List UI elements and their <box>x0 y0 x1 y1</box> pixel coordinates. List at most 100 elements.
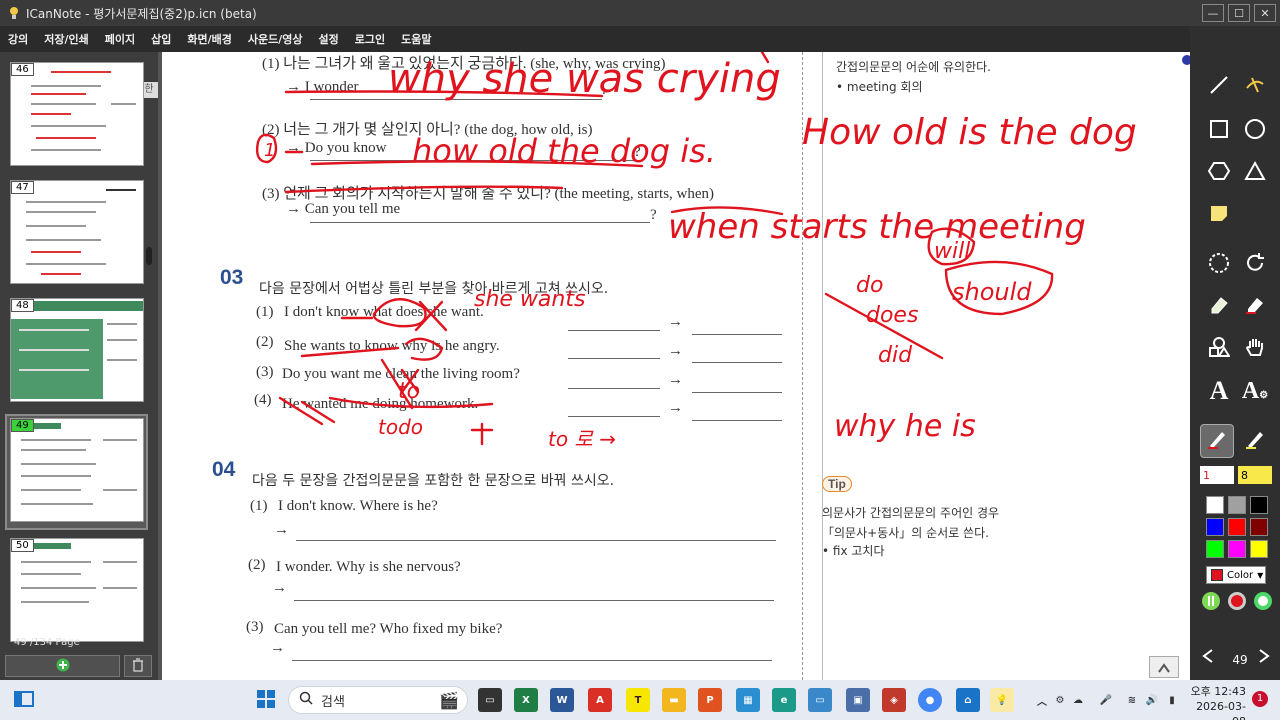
menu-settings[interactable]: 설정 <box>311 31 347 47</box>
pen-size-select[interactable]: 1 <box>1200 466 1234 484</box>
thumbnail-page-46[interactable]: 46 <box>10 62 144 166</box>
tray-battery[interactable]: ▮ <box>1164 688 1180 712</box>
shapes-tool[interactable] <box>1202 332 1236 366</box>
taskbar-monitor-app[interactable]: ▭ <box>808 688 832 712</box>
s03-item-3-right-line <box>692 392 782 393</box>
menu-lecture[interactable]: 강의 <box>0 31 36 47</box>
swatch-white[interactable] <box>1206 496 1224 514</box>
current-color-chip <box>1211 569 1223 581</box>
highlighter-tool[interactable] <box>1238 424 1272 458</box>
tray-app-1[interactable]: ⚙ <box>1052 688 1068 712</box>
swatch-gray[interactable] <box>1228 496 1246 514</box>
hexagon-tool[interactable] <box>1202 156 1236 190</box>
text-settings-tool[interactable]: A⚙ <box>1238 374 1272 408</box>
swatch-red[interactable] <box>1228 518 1246 536</box>
pen-tool[interactable] <box>1200 424 1234 458</box>
taskbar-excel[interactable]: X <box>514 688 538 712</box>
taskbar-icannote[interactable]: 💡 <box>990 688 1014 712</box>
s03-item-3-text: Do you want me clean the living room? <box>282 366 520 382</box>
taskbar-search[interactable]: 검색 🎬 <box>288 686 468 714</box>
delete-page-button[interactable] <box>124 655 152 677</box>
tray-overflow-button[interactable]: ︿ <box>1034 688 1050 712</box>
color-picker-button[interactable]: Color ▼ <box>1206 566 1266 584</box>
split-window-icon <box>14 689 34 712</box>
thumbnail-number: 50 <box>11 539 34 552</box>
thumbnail-number: 48 <box>11 299 34 312</box>
hand-tool[interactable] <box>1238 332 1272 366</box>
column-divider <box>802 52 803 680</box>
text-tool[interactable]: A <box>1202 374 1236 408</box>
pause-green-icon <box>1201 591 1221 615</box>
ink-did: did <box>878 343 913 368</box>
chevron-left-icon <box>1200 648 1216 668</box>
notification-badge[interactable]: 1 <box>1252 691 1268 707</box>
menu-sound-video[interactable]: 사운드/영상 <box>240 31 311 47</box>
taskbar-pdf[interactable]: A <box>588 688 612 712</box>
rectangle-tool[interactable] <box>1202 114 1236 148</box>
task-view-button[interactable] <box>12 688 36 712</box>
tray-volume[interactable]: 🔊 <box>1144 688 1160 712</box>
taskbar-word[interactable]: W <box>550 688 574 712</box>
minimize-button[interactable]: — <box>1202 4 1224 22</box>
note-canvas[interactable]: (1) 나는 그녀가 왜 울고 있었는지 궁금하다. (she, why, wa… <box>158 52 1190 680</box>
taskbar-app-4[interactable]: ⌂ <box>956 688 980 712</box>
taskbar-edge[interactable]: e <box>772 688 796 712</box>
s03-item-3-wrong-line <box>568 388 660 389</box>
menu-login[interactable]: 로그인 <box>347 31 393 47</box>
app-icon: ⌂ <box>964 694 972 706</box>
mode-green-button[interactable] <box>1200 592 1222 614</box>
curve-tool[interactable] <box>1238 70 1272 104</box>
thumbnail-page-49[interactable]: 49 <box>10 418 144 522</box>
sticky-note-tool[interactable] <box>1202 198 1236 232</box>
menu-insert[interactable]: 삽입 <box>143 31 179 47</box>
swatch-black[interactable] <box>1250 496 1268 514</box>
start-button[interactable] <box>254 688 278 712</box>
swatch-yellow[interactable] <box>1250 540 1268 558</box>
thumbnail-page-47[interactable]: 47 <box>10 180 144 284</box>
scroll-up-button[interactable] <box>1149 656 1179 678</box>
line-tool[interactable] <box>1202 70 1236 104</box>
taskbar-task-view-app[interactable]: ▭ <box>478 688 502 712</box>
thumbnail-page-48[interactable]: 48 <box>10 298 144 402</box>
menu-screen-background[interactable]: 화면/배경 <box>179 31 240 47</box>
tip-fix: • fix 고치다 <box>822 544 885 558</box>
taskbar-file-explorer[interactable]: ▬ <box>662 688 686 712</box>
swatch-maroon[interactable] <box>1250 518 1268 536</box>
section-03-number: 03 <box>220 266 244 289</box>
taskbar-powerpoint[interactable]: P <box>698 688 722 712</box>
circle-tool[interactable] <box>1238 114 1272 148</box>
stop-button[interactable] <box>1252 592 1274 614</box>
clock-time: 오후 12:43 <box>1190 685 1246 698</box>
taskbar-clock[interactable]: 오후 12:43 2026-03-08 <box>1190 684 1246 720</box>
tray-wifi[interactable]: ≋ <box>1124 688 1140 712</box>
taskbar-app-3[interactable]: ◈ <box>882 688 906 712</box>
swatch-green[interactable] <box>1206 540 1224 558</box>
eraser-tool[interactable] <box>1202 290 1236 324</box>
s03-item-4-arrow: → <box>668 400 683 416</box>
taskbar-kakaotalk[interactable]: T <box>626 688 650 712</box>
taskbar-app-1[interactable]: ▦ <box>736 688 760 712</box>
rotate-tool[interactable] <box>1238 248 1272 282</box>
swatch-magenta[interactable] <box>1228 540 1246 558</box>
taskbar-app-2[interactable]: ▣ <box>846 688 870 712</box>
tray-microphone[interactable]: 🎤 <box>1098 688 1114 712</box>
triangle-tool[interactable] <box>1238 156 1272 190</box>
thumbnail-page-50[interactable]: 50 <box>10 538 144 642</box>
menu-save-print[interactable]: 저장/인쇄 <box>36 31 97 47</box>
add-page-button[interactable] <box>5 655 120 677</box>
highlighter-size-select[interactable]: 8 <box>1238 466 1272 484</box>
taskbar-chrome[interactable]: ● <box>918 688 942 712</box>
partial-eraser-tool[interactable] <box>1238 290 1272 324</box>
lasso-tool[interactable] <box>1202 248 1236 282</box>
rotate-icon <box>1244 252 1266 278</box>
maximize-button[interactable]: ☐ <box>1228 4 1250 22</box>
menu-page[interactable]: 페이지 <box>97 31 143 47</box>
next-page-button[interactable] <box>1252 646 1276 670</box>
close-button[interactable]: ✕ <box>1254 4 1276 22</box>
swatch-blue[interactable] <box>1206 518 1224 536</box>
sidebar-scrollbar[interactable] <box>146 247 152 265</box>
record-button[interactable] <box>1226 592 1248 614</box>
tray-app-2[interactable]: ☁ <box>1070 688 1086 712</box>
menu-help[interactable]: 도움말 <box>393 31 439 47</box>
previous-page-button[interactable] <box>1196 646 1220 670</box>
